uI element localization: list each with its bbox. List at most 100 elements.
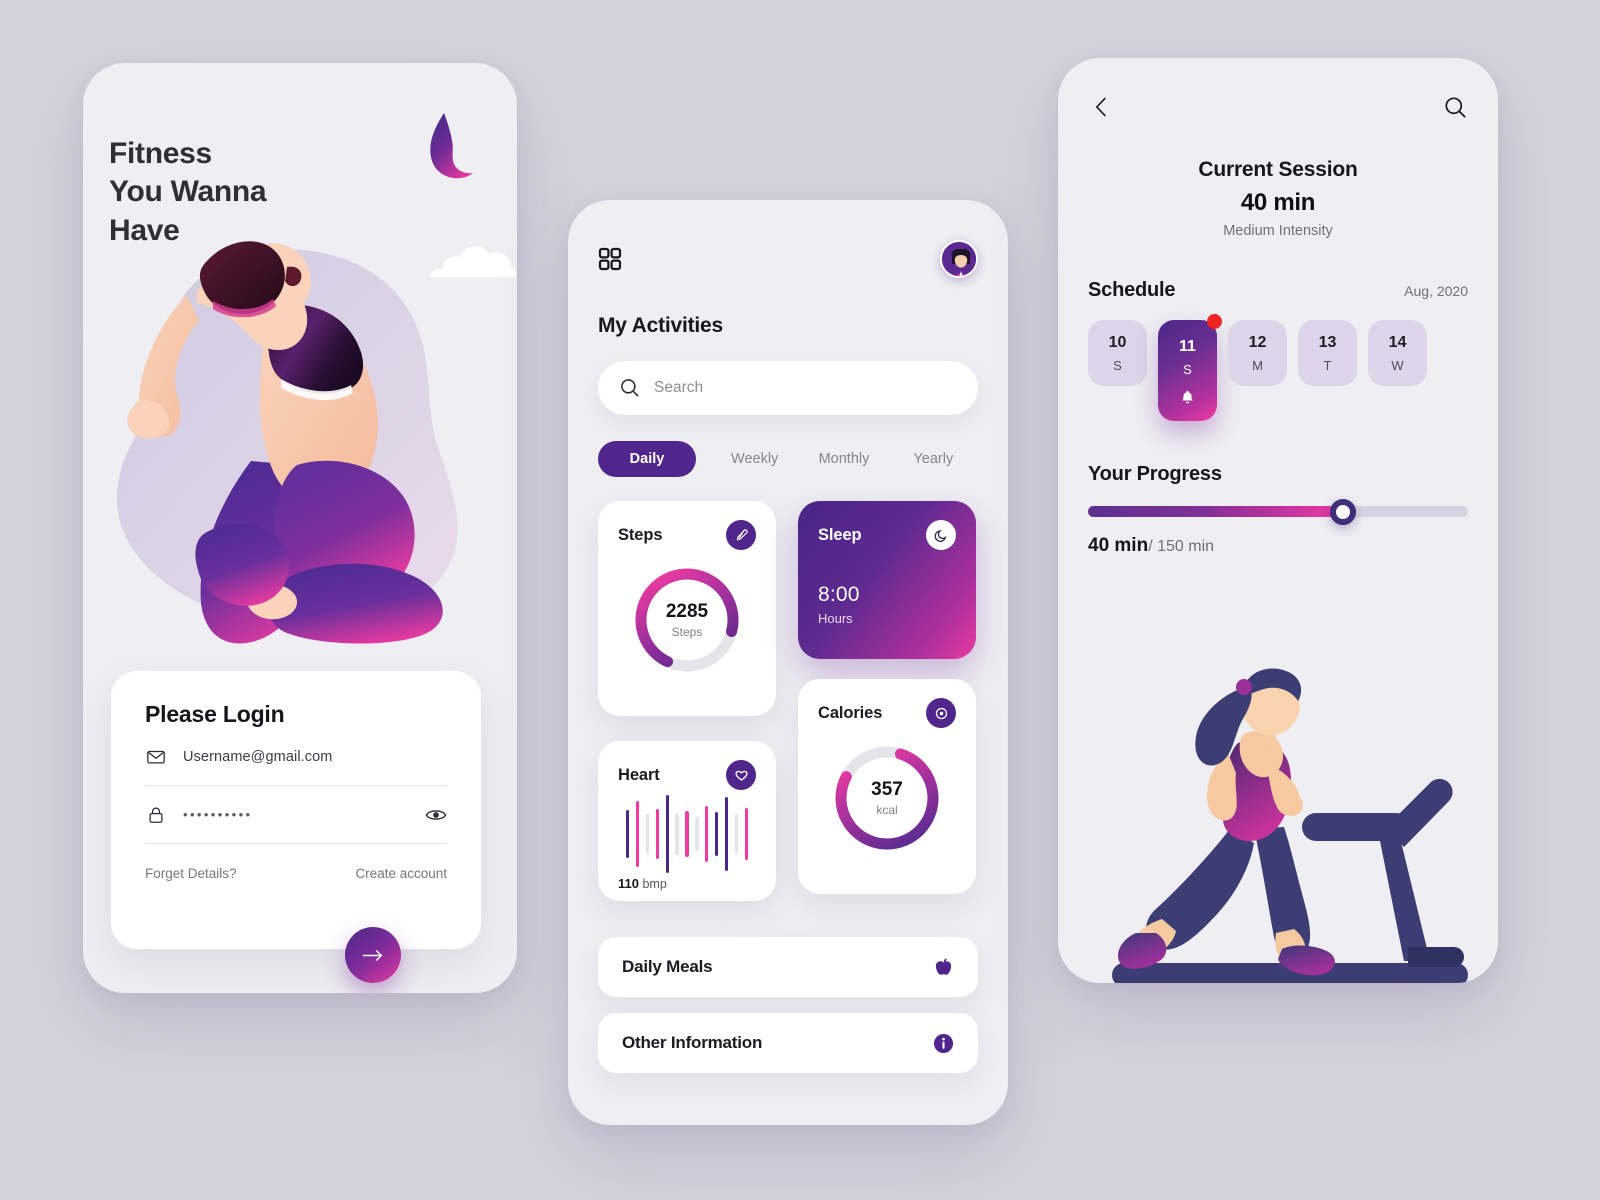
heart-rate-footer: 110 bmp xyxy=(598,870,776,891)
card-sleep[interactable]: Sleep 8:00 Hours xyxy=(798,501,976,659)
page-title: My Activities xyxy=(598,314,723,337)
search-input[interactable]: Search xyxy=(598,361,978,415)
day-letter: S xyxy=(1183,362,1192,377)
day-chip-13[interactable]: 13 T xyxy=(1298,320,1357,386)
metric-cards: Steps 2285 Steps Sleep 8:00 Hours Heart … xyxy=(598,501,978,921)
day-chip-12[interactable]: 12 M xyxy=(1228,320,1287,386)
forgot-details-link[interactable]: Forget Details? xyxy=(145,866,237,881)
sleep-value: 8:00 xyxy=(818,583,860,606)
schedule-month: Aug, 2020 xyxy=(1404,283,1468,299)
day-number: 14 xyxy=(1388,333,1407,351)
progress-knob[interactable] xyxy=(1329,498,1356,525)
steps-unit: Steps xyxy=(671,625,703,639)
yoga-woman-illustration xyxy=(116,241,458,644)
card-calories-title: Calories xyxy=(818,703,883,722)
list-item-other-information[interactable]: Other Information xyxy=(598,1013,978,1073)
tab-weekly[interactable]: Weekly xyxy=(710,441,799,477)
day-number: 12 xyxy=(1248,333,1267,351)
heart-rate-bar xyxy=(714,812,719,856)
day-letter: W xyxy=(1391,357,1404,373)
heart-rate-bar xyxy=(734,814,739,854)
login-submit-button[interactable] xyxy=(345,927,401,983)
create-account-link[interactable]: Create account xyxy=(355,866,447,881)
lock-icon xyxy=(145,804,167,826)
heart-rate-bar xyxy=(665,795,669,873)
day-chip-10[interactable]: 10 S xyxy=(1088,320,1147,386)
search-icon[interactable] xyxy=(1442,94,1468,120)
progress-slider[interactable] xyxy=(1088,498,1468,525)
heart-value: 110 xyxy=(618,876,639,891)
day-letter: T xyxy=(1323,357,1332,373)
login-title: Please Login xyxy=(145,701,285,727)
shoe-icon[interactable] xyxy=(726,520,756,550)
calories-unit: kcal xyxy=(876,803,898,817)
progress-fill xyxy=(1088,506,1343,517)
session-label: Current Session xyxy=(1198,158,1358,181)
card-heart-title: Heart xyxy=(618,765,660,784)
heart-icon[interactable] xyxy=(726,760,756,790)
tab-daily[interactable]: Daily xyxy=(598,441,696,477)
envelope-icon xyxy=(145,746,167,768)
eye-icon[interactable] xyxy=(425,807,447,823)
session-duration: 40 min xyxy=(1240,189,1316,216)
steps-value: 2285 xyxy=(665,601,709,622)
phone-screen-session: Current Session 40 min Medium Intensity … xyxy=(1058,58,1498,983)
login-links: Forget Details? Create account xyxy=(145,866,447,881)
bell-icon xyxy=(1182,390,1193,404)
day-number: 10 xyxy=(1108,333,1127,351)
card-calories[interactable]: Calories 357 kcal xyxy=(798,679,976,894)
chevron-left-icon[interactable] xyxy=(1088,94,1114,120)
activity-range-tabs: Daily Weekly Monthly Yearly xyxy=(598,441,978,477)
grid-menu-icon[interactable] xyxy=(598,247,622,271)
screenshot-stage: Fitness You Wanna Have Please Login User… xyxy=(0,0,1600,1200)
alert-dot xyxy=(1207,314,1222,329)
password-value: •••••••••• xyxy=(183,807,253,822)
heart-rate-bar xyxy=(695,817,699,851)
heart-rate-bars xyxy=(598,795,776,873)
info-icon xyxy=(933,1033,954,1053)
heart-rate-bar xyxy=(635,801,640,867)
card-sleep-title: Sleep xyxy=(818,525,862,544)
apple-icon xyxy=(935,958,952,975)
day-number: 13 xyxy=(1318,333,1337,351)
phone-screen-login: Fitness You Wanna Have Please Login User… xyxy=(83,63,517,993)
day-chip-11-selected[interactable]: 11 S xyxy=(1158,314,1222,421)
sleep-unit: Hours xyxy=(818,611,853,626)
heart-rate-bar xyxy=(724,797,729,871)
login-card: Please Login Username@gmail.com ••••••••… xyxy=(111,671,481,949)
search-icon xyxy=(621,379,639,397)
password-field[interactable]: •••••••••• xyxy=(145,786,447,844)
day-chip-14[interactable]: 14 W xyxy=(1368,320,1427,386)
tab-yearly[interactable]: Yearly xyxy=(889,441,978,477)
woman-on-treadmill-illustration xyxy=(1112,668,1468,983)
session-intensity: Medium Intensity xyxy=(1223,223,1333,239)
sparkle-icon xyxy=(83,335,87,337)
email-field[interactable]: Username@gmail.com xyxy=(145,728,447,786)
progress-total: / 150 min xyxy=(1148,538,1215,555)
email-value: Username@gmail.com xyxy=(183,748,333,765)
heart-rate-bar xyxy=(655,809,660,859)
phone-screen-activities: My Activities Search Daily Weekly Monthl… xyxy=(568,200,1008,1125)
heart-rate-bar xyxy=(675,813,679,855)
user-avatar[interactable] xyxy=(940,240,978,278)
day-letter: S xyxy=(1113,357,1122,373)
arrow-right-icon xyxy=(362,949,383,961)
other-information-label: Other Information xyxy=(622,1033,763,1052)
search-placeholder: Search xyxy=(654,379,704,396)
moon-icon[interactable] xyxy=(926,520,956,550)
avatar-illustration xyxy=(942,242,976,276)
list-item-daily-meals[interactable]: Daily Meals xyxy=(598,937,978,997)
session-topbar xyxy=(1088,58,1468,120)
heart-rate-bar xyxy=(705,806,709,862)
heart-rate-bar xyxy=(744,808,749,860)
progress-title: Your Progress xyxy=(1088,463,1222,485)
calories-value: 357 xyxy=(871,779,903,800)
target-icon[interactable] xyxy=(926,698,956,728)
progress-current: 40 min xyxy=(1088,535,1149,556)
calories-progress-ring: 357 kcal xyxy=(831,742,943,854)
card-heart[interactable]: Heart 110 bmp xyxy=(598,741,776,901)
schedule-title: Schedule xyxy=(1088,279,1176,301)
card-steps[interactable]: Steps 2285 Steps xyxy=(598,501,776,716)
schedule-day-list: 10 S 11 S 12 M 13 T 14 W xyxy=(1088,314,1468,421)
tab-monthly[interactable]: Monthly xyxy=(799,441,888,477)
